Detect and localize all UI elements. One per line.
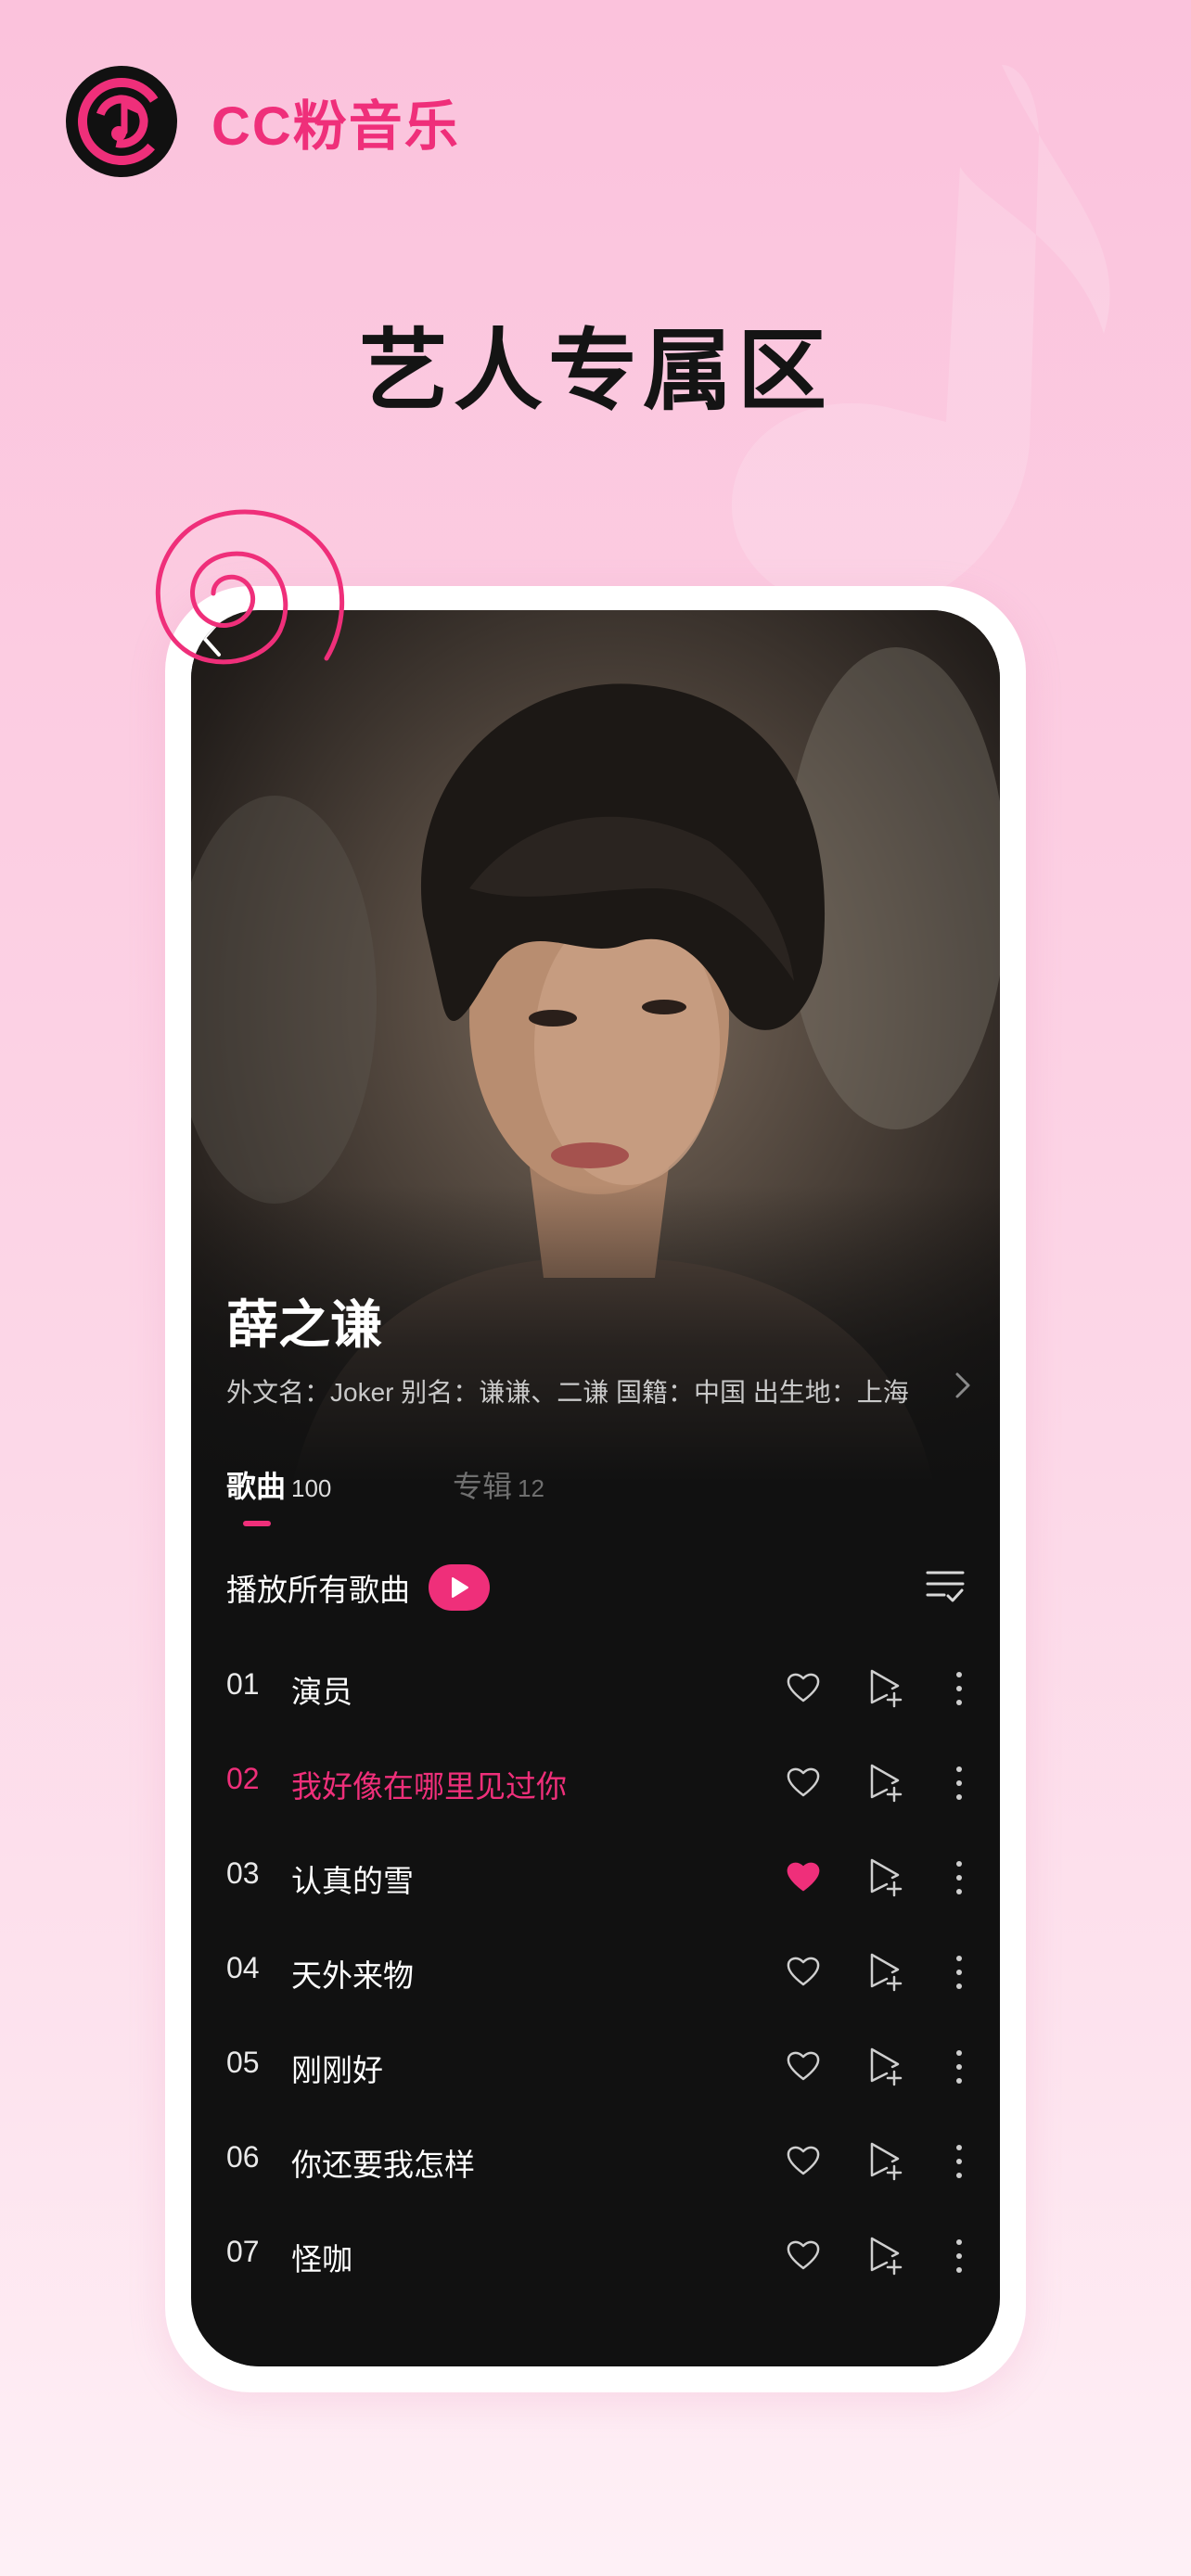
song-number: 04 [226, 1951, 260, 1984]
active-tab-indicator [243, 1521, 271, 1526]
swirl-decoration [155, 509, 345, 665]
add-to-playlist-icon[interactable] [866, 2140, 905, 2181]
add-to-playlist-icon[interactable] [866, 1762, 905, 1803]
chevron-right-icon[interactable] [954, 1369, 972, 1402]
music-note-disc-logo-icon [66, 66, 177, 177]
song-title: 我好像在哪里见过你 [291, 1769, 567, 1804]
heart-icon[interactable] [785, 2047, 822, 2085]
heart-icon[interactable] [785, 1858, 822, 1895]
song-row[interactable]: 06 你还要我怎样 [191, 2116, 1000, 2211]
song-title: 刚刚好 [291, 2053, 383, 2087]
play-icon [452, 1577, 468, 1598]
add-to-playlist-icon[interactable] [866, 2046, 905, 2086]
heart-icon[interactable] [785, 1764, 822, 1801]
song-number: 03 [226, 1856, 260, 1890]
tab-songs-label: 歌曲 [226, 1470, 287, 1503]
multi-select-list-icon[interactable] [924, 1565, 967, 1608]
play-all-label: 播放所有歌曲 [226, 1573, 410, 1607]
more-vertical-icon[interactable] [950, 1858, 968, 1897]
more-vertical-icon[interactable] [950, 1764, 968, 1803]
song-number: 01 [226, 1667, 260, 1701]
more-vertical-icon[interactable] [950, 2237, 968, 2276]
artist-name: 薛之谦 [226, 1295, 382, 1354]
song-number: 05 [226, 2046, 260, 2079]
song-list: 01 演员 02 我好像在哪里见过你 03 认真的雪 04 天外来物 05 刚刚好 06 你还要我怎样… [191, 1643, 1000, 2305]
phone-screen: 薛之谦 外文名：Joker 别名：谦谦、二谦 国籍：中国 出生地：上海 歌曲 10… [191, 610, 1000, 2366]
add-to-playlist-icon[interactable] [866, 1951, 905, 1992]
song-title: 怪咖 [291, 2242, 352, 2276]
song-title: 认真的雪 [291, 1864, 414, 1898]
heart-icon[interactable] [785, 2142, 822, 2179]
heart-icon[interactable] [785, 1953, 822, 1990]
more-vertical-icon[interactable] [950, 2047, 968, 2086]
tab-albums-label: 专辑 [453, 1470, 513, 1503]
song-number: 06 [226, 2140, 260, 2174]
add-to-playlist-icon[interactable] [866, 2235, 905, 2276]
song-row[interactable]: 01 演员 [191, 1643, 1000, 1738]
more-vertical-icon[interactable] [950, 2142, 968, 2181]
song-row[interactable]: 03 认真的雪 [191, 1832, 1000, 1927]
tab-albums[interactable]: 专辑 12 [453, 1463, 544, 1506]
page-title: 艺人专属区 [359, 322, 832, 421]
add-to-playlist-icon[interactable] [866, 1667, 905, 1708]
play-all-row[interactable]: 播放所有歌曲 [226, 1560, 490, 1615]
play-all-button[interactable] [429, 1564, 490, 1611]
more-vertical-icon[interactable] [950, 1953, 968, 1992]
song-title: 天外来物 [291, 1958, 414, 1993]
brand-header: CC粉音乐 [65, 65, 460, 178]
song-row[interactable]: 04 天外来物 [191, 1927, 1000, 2021]
song-title: 演员 [291, 1675, 352, 1709]
heart-icon[interactable] [785, 1669, 822, 1706]
song-title: 你还要我怎样 [291, 2148, 475, 2182]
list-bottom-fade [191, 2279, 1000, 2366]
tab-songs-count: 100 [291, 1474, 332, 1502]
brand-name: CC粉音乐 [211, 96, 460, 157]
song-row[interactable]: 05 刚刚好 [191, 2021, 1000, 2116]
tab-albums-count: 12 [518, 1474, 544, 1502]
song-number: 07 [226, 2235, 260, 2268]
heart-icon[interactable] [785, 2237, 822, 2274]
tab-songs[interactable]: 歌曲 100 [226, 1463, 331, 1506]
song-row[interactable]: 02 我好像在哪里见过你 [191, 1738, 1000, 1832]
more-vertical-icon[interactable] [950, 1669, 968, 1708]
song-number: 02 [226, 1762, 260, 1795]
artist-meta-info[interactable]: 外文名：Joker 别名：谦谦、二谦 国籍：中国 出生地：上海 [226, 1372, 909, 1409]
add-to-playlist-icon[interactable] [866, 1856, 905, 1897]
